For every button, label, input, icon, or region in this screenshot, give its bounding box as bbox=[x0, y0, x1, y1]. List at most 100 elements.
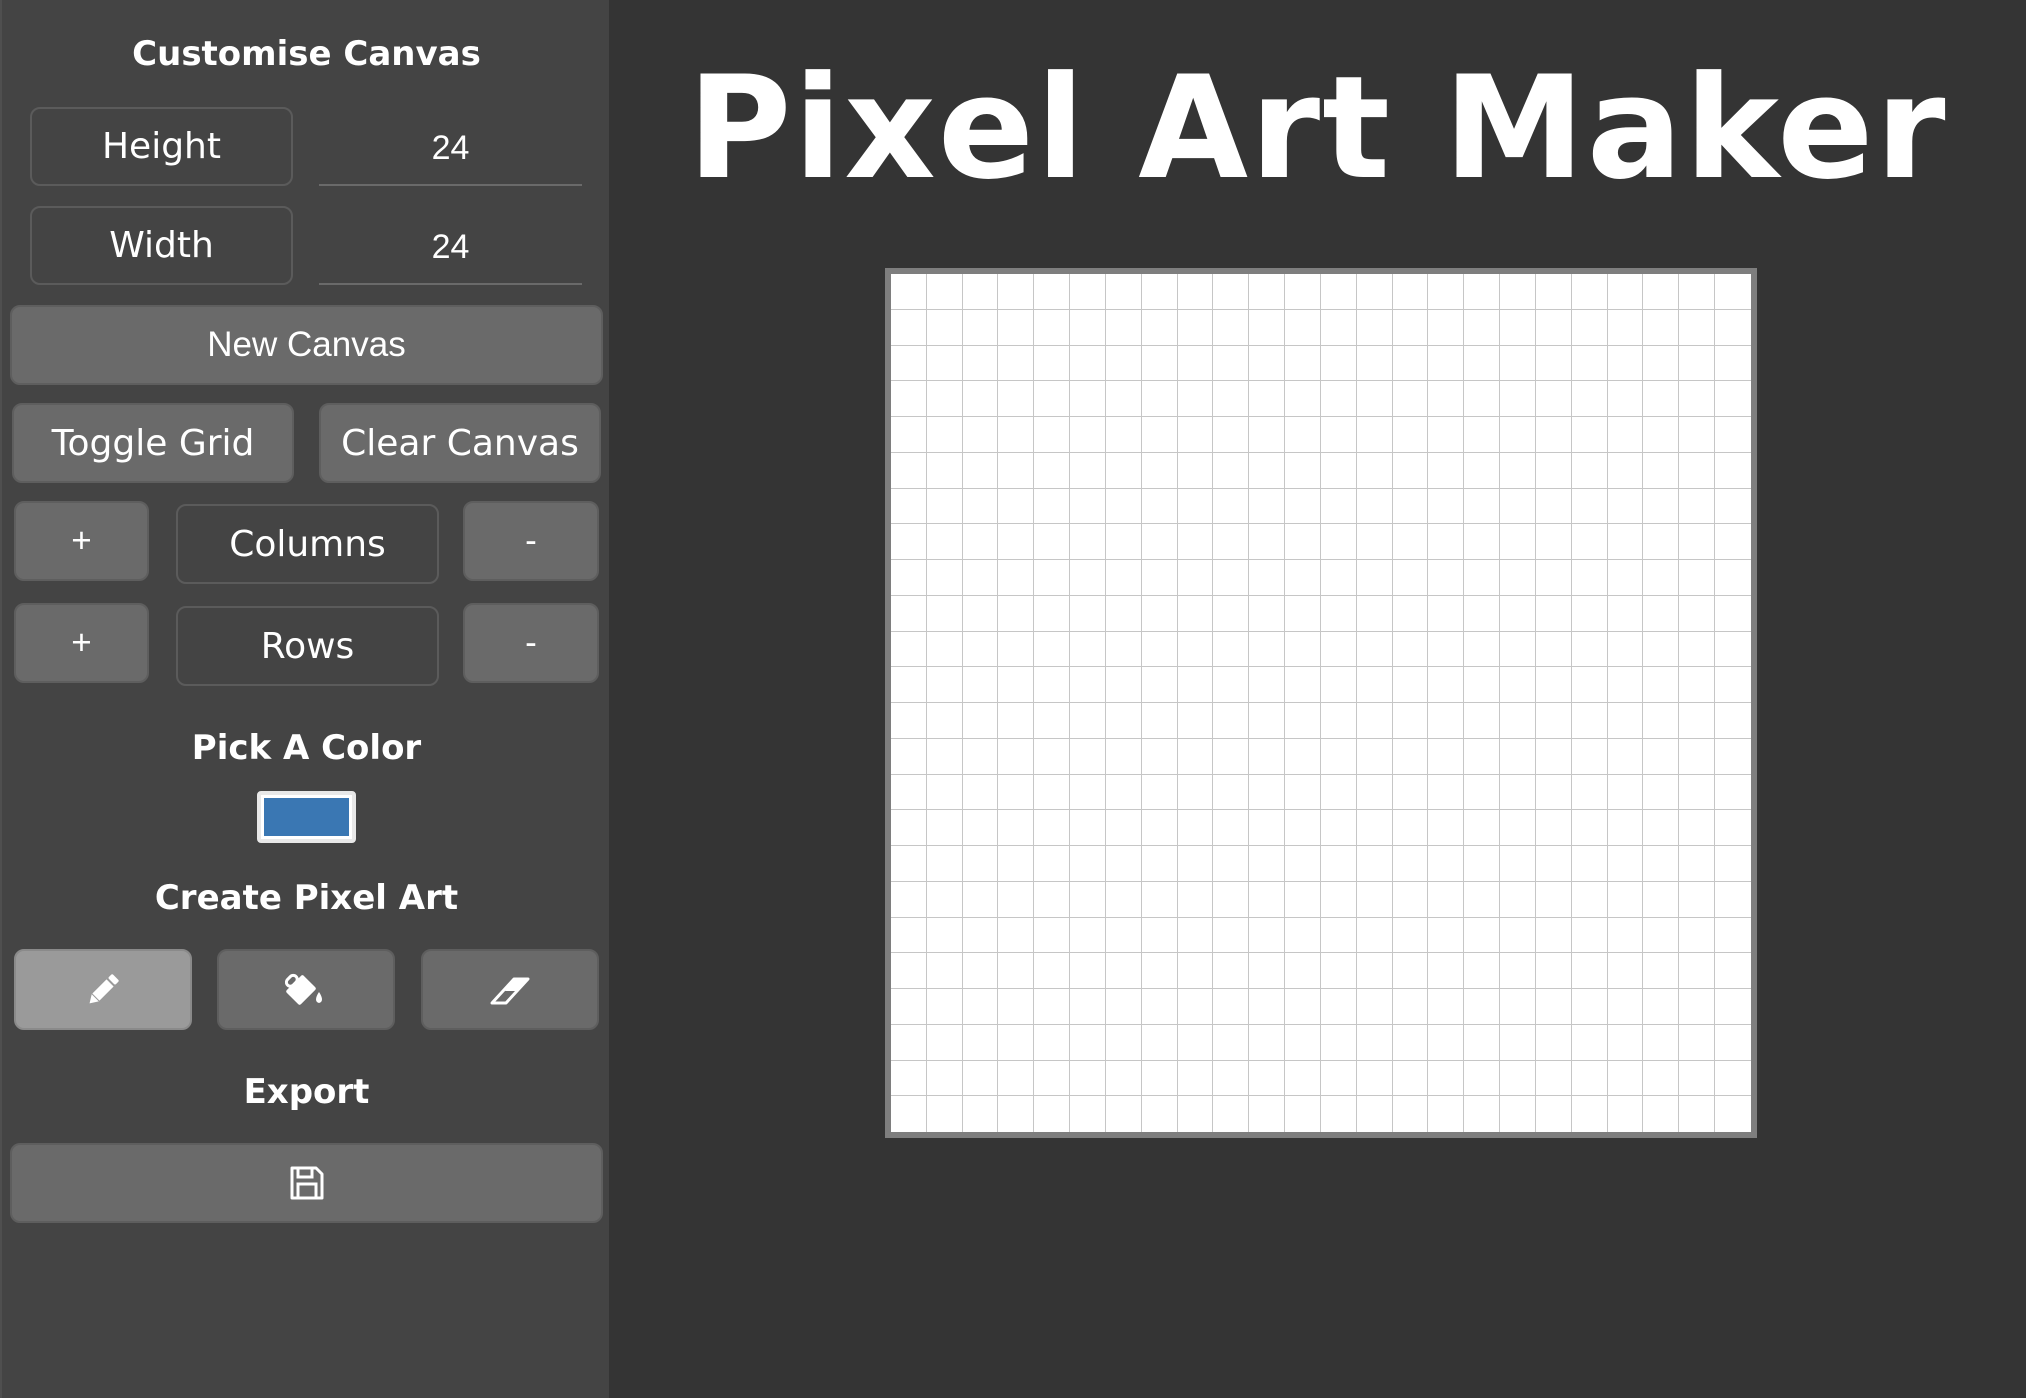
pencil-tool-button[interactable] bbox=[14, 949, 192, 1030]
pixel-cell[interactable] bbox=[1213, 810, 1250, 846]
pixel-cell[interactable] bbox=[1213, 846, 1250, 882]
pixel-cell[interactable] bbox=[1643, 452, 1680, 489]
pixel-cell[interactable] bbox=[1715, 810, 1751, 846]
pixel-cell[interactable] bbox=[1715, 738, 1751, 775]
pixel-cell[interactable] bbox=[1500, 667, 1536, 703]
pixel-cell[interactable] bbox=[1715, 452, 1751, 489]
pixel-cell[interactable] bbox=[1392, 881, 1429, 918]
pixel-cell[interactable] bbox=[1034, 917, 1071, 954]
pixel-cell[interactable] bbox=[1607, 381, 1644, 417]
pixel-cell[interactable] bbox=[1320, 595, 1357, 632]
pixel-cell[interactable] bbox=[1500, 381, 1536, 417]
pixel-cell[interactable] bbox=[1571, 345, 1608, 382]
pixel-cell[interactable] bbox=[998, 881, 1035, 918]
pixel-cell[interactable] bbox=[1249, 595, 1286, 632]
pixel-cell[interactable] bbox=[1320, 667, 1357, 703]
pixel-cell[interactable] bbox=[998, 381, 1035, 417]
pixel-cell[interactable] bbox=[1679, 989, 1716, 1025]
pixel-cell[interactable] bbox=[1177, 738, 1214, 775]
pixel-cell[interactable] bbox=[1464, 738, 1501, 775]
pixel-cell[interactable] bbox=[891, 1096, 927, 1132]
pixel-cell[interactable] bbox=[891, 881, 927, 918]
pixel-cell[interactable] bbox=[1464, 881, 1501, 918]
pixel-cell[interactable] bbox=[998, 452, 1035, 489]
pixel-cell[interactable] bbox=[1177, 774, 1214, 811]
remove-column-button[interactable]: - bbox=[463, 501, 599, 581]
pixel-cell[interactable] bbox=[1285, 917, 1321, 954]
pixel-cell[interactable] bbox=[1535, 810, 1572, 846]
pixel-cell[interactable] bbox=[1034, 989, 1071, 1025]
pixel-cell[interactable] bbox=[1643, 417, 1680, 453]
pixel-cell[interactable] bbox=[1607, 631, 1644, 668]
pixel-cell[interactable] bbox=[1500, 1096, 1536, 1132]
pixel-cell[interactable] bbox=[1285, 667, 1321, 703]
pixel-cell[interactable] bbox=[1356, 774, 1393, 811]
pixel-cell[interactable] bbox=[998, 989, 1035, 1025]
pixel-cell[interactable] bbox=[1679, 917, 1716, 954]
pixel-cell[interactable] bbox=[1392, 595, 1429, 632]
pixel-cell[interactable] bbox=[1643, 631, 1680, 668]
pixel-cell[interactable] bbox=[1392, 953, 1429, 989]
pixel-cell[interactable] bbox=[1428, 917, 1465, 954]
pixel-cell[interactable] bbox=[1249, 524, 1286, 560]
pixel-cell[interactable] bbox=[1607, 953, 1644, 989]
pixel-cell[interactable] bbox=[1464, 309, 1501, 346]
pixel-cell[interactable] bbox=[1070, 667, 1106, 703]
color-picker[interactable] bbox=[257, 791, 356, 843]
pixel-cell[interactable] bbox=[1392, 452, 1429, 489]
pixel-cell[interactable] bbox=[1464, 631, 1501, 668]
pixel-cell[interactable] bbox=[1177, 631, 1214, 668]
pixel-cell[interactable] bbox=[1356, 560, 1393, 596]
pixel-cell[interactable] bbox=[1285, 703, 1321, 739]
pixel-cell[interactable] bbox=[891, 667, 927, 703]
pixel-cell[interactable] bbox=[1177, 524, 1214, 560]
pixel-cell[interactable] bbox=[1535, 524, 1572, 560]
pixel-cell[interactable] bbox=[1105, 953, 1142, 989]
pixel-cell[interactable] bbox=[1034, 417, 1071, 453]
pixel-cell[interactable] bbox=[962, 667, 999, 703]
pixel-cell[interactable] bbox=[1643, 810, 1680, 846]
pixel-cell[interactable] bbox=[1607, 917, 1644, 954]
pixel-cell[interactable] bbox=[1249, 810, 1286, 846]
pixel-cell[interactable] bbox=[1607, 881, 1644, 918]
pixel-cell[interactable] bbox=[1320, 631, 1357, 668]
pixel-cell[interactable] bbox=[1249, 1060, 1286, 1097]
pixel-cell[interactable] bbox=[1177, 1024, 1214, 1061]
pixel-cell[interactable] bbox=[1643, 703, 1680, 739]
pixel-cell[interactable] bbox=[1643, 1060, 1680, 1097]
pixel-cell[interactable] bbox=[1715, 274, 1751, 310]
pixel-cell[interactable] bbox=[1356, 1024, 1393, 1061]
pixel-cell[interactable] bbox=[1285, 452, 1321, 489]
pixel-cell[interactable] bbox=[1535, 774, 1572, 811]
pixel-cell[interactable] bbox=[1213, 309, 1250, 346]
pixel-cell[interactable] bbox=[1320, 810, 1357, 846]
pixel-cell[interactable] bbox=[1500, 595, 1536, 632]
pixel-cell[interactable] bbox=[1249, 417, 1286, 453]
pixel-cell[interactable] bbox=[1679, 1096, 1716, 1132]
pixel-cell[interactable] bbox=[1034, 595, 1071, 632]
pixel-cell[interactable] bbox=[1070, 345, 1106, 382]
pixel-cell[interactable] bbox=[962, 524, 999, 560]
pixel-cell[interactable] bbox=[1320, 524, 1357, 560]
pixel-cell[interactable] bbox=[891, 917, 927, 954]
pixel-cell[interactable] bbox=[926, 774, 963, 811]
pixel-cell[interactable] bbox=[1034, 631, 1071, 668]
pixel-cell[interactable] bbox=[1070, 524, 1106, 560]
pixel-cell[interactable] bbox=[1213, 774, 1250, 811]
pixel-cell[interactable] bbox=[1105, 560, 1142, 596]
pixel-cell[interactable] bbox=[1607, 989, 1644, 1025]
pixel-cell[interactable] bbox=[1141, 309, 1178, 346]
pixel-cell[interactable] bbox=[1571, 1060, 1608, 1097]
pixel-cell[interactable] bbox=[1535, 667, 1572, 703]
pixel-cell[interactable] bbox=[1643, 989, 1680, 1025]
pixel-cell[interactable] bbox=[1105, 595, 1142, 632]
pixel-cell[interactable] bbox=[1177, 417, 1214, 453]
pixel-cell[interactable] bbox=[1535, 989, 1572, 1025]
pixel-cell[interactable] bbox=[1034, 774, 1071, 811]
pixel-cell[interactable] bbox=[1535, 917, 1572, 954]
pixel-cell[interactable] bbox=[1679, 667, 1716, 703]
pixel-cell[interactable] bbox=[1535, 1096, 1572, 1132]
pixel-cell[interactable] bbox=[1320, 846, 1357, 882]
pixel-cell[interactable] bbox=[1105, 738, 1142, 775]
pixel-cell[interactable] bbox=[1500, 774, 1536, 811]
